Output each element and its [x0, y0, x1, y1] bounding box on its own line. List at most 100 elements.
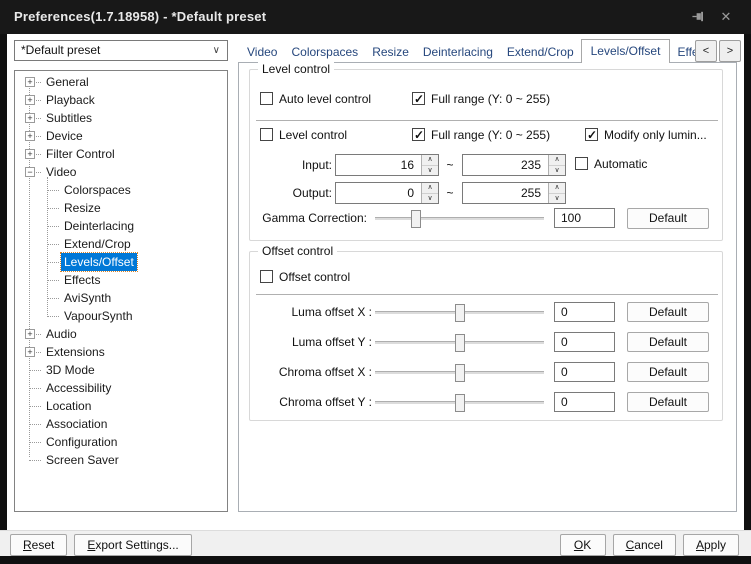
tree-item[interactable]: + Filter Control [15, 145, 227, 163]
offset-value-field[interactable]: 0 [554, 302, 615, 322]
tree-expand-toggle-icon[interactable] [25, 311, 35, 321]
tree-item[interactable]: − Video [15, 163, 227, 181]
output-low-spinner[interactable]: 0 ∧ ∨ [335, 182, 439, 204]
tab[interactable]: Resize [365, 41, 416, 63]
footer-button[interactable]: Cancel [612, 534, 676, 556]
offset-slider-thumb[interactable] [454, 394, 465, 412]
tree-item[interactable]: + Extensions [15, 343, 227, 361]
tree-expand-toggle-icon[interactable] [25, 437, 35, 447]
tree-item[interactable]: AviSynth [15, 289, 227, 307]
offset-default-button[interactable]: Default [627, 392, 709, 412]
spin-down-icon[interactable]: ∨ [549, 193, 565, 203]
automatic-checkbox[interactable]: Automatic [575, 157, 647, 171]
tree-item[interactable]: Deinterlacing [15, 217, 227, 235]
offset-slider[interactable] [375, 364, 544, 382]
tree-item[interactable]: Association [15, 415, 227, 433]
tab[interactable]: Levels/Offset [580, 39, 671, 63]
footer-button[interactable]: Reset [10, 534, 68, 556]
footer-button[interactable]: OK [559, 534, 606, 556]
tree-item[interactable]: Levels/Offset [15, 252, 227, 272]
offset-slider[interactable] [375, 304, 544, 322]
tree-expand-toggle-icon[interactable]: + [25, 347, 35, 357]
tree-expand-toggle-icon[interactable] [25, 239, 35, 249]
spin-down-icon[interactable]: ∨ [422, 193, 438, 203]
tree-item[interactable]: Screen Saver [15, 451, 227, 469]
full-range-top-checkbox[interactable]: Full range (Y: 0 ~ 255) [412, 92, 550, 106]
tree-item[interactable]: 3D Mode [15, 361, 227, 379]
offset-value-field[interactable]: 0 [554, 362, 615, 382]
spin-up-icon[interactable]: ∧ [549, 183, 565, 194]
offset-slider-thumb[interactable] [454, 304, 465, 322]
tree-expand-toggle-icon[interactable] [25, 401, 35, 411]
tab[interactable]: Video [240, 41, 284, 63]
auto-level-control-checkbox[interactable]: Auto level control [260, 92, 371, 106]
tree-expand-toggle-icon[interactable] [25, 365, 35, 375]
tree-item[interactable]: Effects [15, 271, 227, 289]
tree-expand-toggle-icon[interactable] [25, 455, 35, 465]
tree-expand-toggle-icon[interactable] [25, 293, 35, 303]
tree-expand-toggle-icon[interactable] [25, 383, 35, 393]
close-icon[interactable]: ✕ [717, 9, 735, 25]
tab[interactable]: Extend/Crop [500, 41, 581, 63]
gamma-default-button[interactable]: Default [627, 208, 709, 229]
tree-item[interactable]: Extend/Crop [15, 235, 227, 253]
offset-default-button[interactable]: Default [627, 362, 709, 382]
separator [256, 120, 718, 121]
tree-expand-toggle-icon[interactable]: + [25, 95, 35, 105]
offset-default-button[interactable]: Default [627, 302, 709, 322]
footer-button[interactable]: Apply [682, 534, 739, 556]
tree-expand-toggle-icon[interactable]: + [25, 77, 35, 87]
tree-expand-toggle-icon[interactable] [25, 221, 35, 231]
tree-item[interactable]: + Device [15, 127, 227, 145]
spin-up-icon[interactable]: ∧ [422, 183, 438, 194]
tree-item[interactable]: Colorspaces [15, 181, 227, 199]
input-high-spinner[interactable]: 235 ∧ ∨ [462, 154, 566, 176]
spin-up-icon[interactable]: ∧ [422, 155, 438, 166]
offset-slider[interactable] [375, 334, 544, 352]
offset-default-button[interactable]: Default [627, 332, 709, 352]
tab-scroll-right-button[interactable]: > [719, 40, 741, 62]
gamma-slider[interactable] [375, 210, 544, 228]
offset-slider[interactable] [375, 394, 544, 412]
gamma-value-field[interactable]: 100 [554, 208, 615, 228]
level-control-checkbox[interactable]: Level control [260, 128, 347, 142]
offset-control-checkbox[interactable]: Offset control [260, 270, 350, 284]
gamma-slider-thumb[interactable] [410, 210, 421, 228]
tree-item[interactable]: Location [15, 397, 227, 415]
tree-expand-toggle-icon[interactable] [25, 185, 35, 195]
tree-item[interactable]: Configuration [15, 433, 227, 451]
preset-dropdown[interactable]: *Default preset ∨ [14, 40, 228, 61]
tree-item[interactable]: + Subtitles [15, 109, 227, 127]
tree-item[interactable]: + Playback [15, 91, 227, 109]
tree-expand-toggle-icon[interactable]: + [25, 113, 35, 123]
tab-scroll-left-button[interactable]: < [695, 40, 717, 62]
spin-down-icon[interactable]: ∨ [549, 165, 565, 175]
tree-expand-toggle-icon[interactable] [25, 257, 35, 267]
tree-expand-toggle-icon[interactable]: + [25, 329, 35, 339]
pin-icon[interactable] [689, 9, 707, 25]
tree-expand-toggle-icon[interactable] [25, 419, 35, 429]
offset-value-field[interactable]: 0 [554, 392, 615, 412]
tab[interactable]: Colorspaces [284, 41, 365, 63]
offset-slider-thumb[interactable] [454, 364, 465, 382]
tree-expand-toggle-icon[interactable]: − [25, 167, 35, 177]
modify-only-luminance-checkbox[interactable]: Modify only lumin... [585, 128, 707, 142]
tab[interactable]: Deinterlacing [416, 41, 500, 63]
offset-slider-thumb[interactable] [454, 334, 465, 352]
input-low-spinner[interactable]: 16 ∧ ∨ [335, 154, 439, 176]
spin-up-icon[interactable]: ∧ [549, 155, 565, 166]
offset-value-field[interactable]: 0 [554, 332, 615, 352]
tree-item[interactable]: Resize [15, 199, 227, 217]
tree-item[interactable]: + General [15, 73, 227, 91]
tree-expand-toggle-icon[interactable]: + [25, 131, 35, 141]
full-range-checkbox[interactable]: Full range (Y: 0 ~ 255) [412, 128, 550, 142]
tree-expand-toggle-icon[interactable]: + [25, 149, 35, 159]
tree-expand-toggle-icon[interactable] [25, 275, 35, 285]
output-high-spinner[interactable]: 255 ∧ ∨ [462, 182, 566, 204]
footer-button[interactable]: Export Settings... [74, 534, 192, 556]
tree-item[interactable]: Accessibility [15, 379, 227, 397]
tree-item[interactable]: + Audio [15, 325, 227, 343]
spin-down-icon[interactable]: ∨ [422, 165, 438, 175]
tree-item[interactable]: VapourSynth [15, 307, 227, 325]
tree-expand-toggle-icon[interactable] [25, 203, 35, 213]
